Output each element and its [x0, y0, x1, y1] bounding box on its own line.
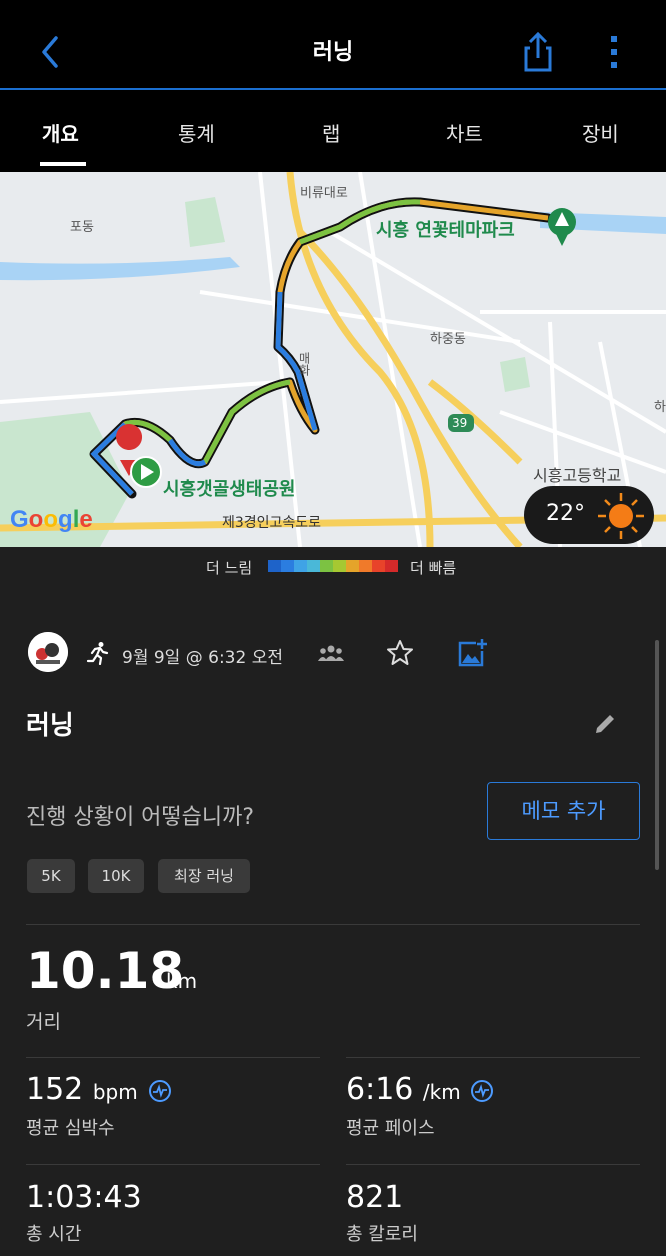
- heart-rate-unit: bpm: [92, 1080, 138, 1104]
- divider: [346, 1164, 640, 1165]
- more-options-icon[interactable]: [596, 30, 632, 74]
- divider: [26, 1057, 320, 1058]
- legend-swatch: [281, 560, 294, 572]
- heart-rate-label: 평균 심박수: [26, 1118, 115, 1139]
- avatar[interactable]: [28, 632, 68, 672]
- map-label-vertical-road: 매화: [297, 352, 311, 376]
- tab-laps[interactable]: 랩: [322, 118, 340, 147]
- map-label-podong: 포동: [70, 220, 94, 235]
- legend-swatch: [333, 560, 346, 572]
- legend-swatch: [307, 560, 320, 572]
- calories-label: 총 칼로리: [346, 1224, 418, 1245]
- divider: [346, 1057, 640, 1058]
- scrollbar[interactable]: [655, 640, 659, 870]
- map-poi-lotus-park: 시흥 연꽃테마파크: [376, 220, 515, 241]
- legend-swatch: [346, 560, 359, 572]
- pace-unit: /km: [422, 1080, 461, 1104]
- calories-value: 821: [346, 1180, 404, 1215]
- progress-question: 진행 상황이 어떻습니까?: [26, 805, 255, 830]
- legend-swatch: [268, 560, 281, 572]
- weather-temperature: 22°: [546, 501, 585, 526]
- legend-color-bar: [268, 560, 398, 572]
- heart-rate-source-icon[interactable]: [148, 1079, 172, 1103]
- pace-source-icon[interactable]: [470, 1079, 494, 1103]
- chip-longest-run[interactable]: 최장 러닝: [158, 859, 250, 893]
- tab-bar: 개요 통계 랩 차트 장비: [0, 92, 666, 172]
- chip-5k[interactable]: 5K: [27, 859, 75, 893]
- sun-icon: [598, 493, 644, 539]
- total-time-value: 1:03:43: [26, 1180, 142, 1215]
- legend-slow-label: 더 느림: [206, 559, 253, 577]
- legend-swatch: [320, 560, 333, 572]
- running-icon: [86, 642, 109, 665]
- share-icon[interactable]: [516, 30, 560, 74]
- activity-details: 9월 9일 @ 6:32 오전 러닝 진행 상황이 어떻습니까? 메모 추가 5…: [0, 587, 666, 1256]
- legend-swatch: [294, 560, 307, 572]
- distance-unit: km: [166, 969, 198, 993]
- tab-charts[interactable]: 차트: [446, 118, 483, 147]
- map-label-ha: 하: [654, 400, 666, 415]
- pace-legend: 더 느림 더 빠름: [0, 547, 666, 587]
- legend-swatch: [372, 560, 385, 572]
- weather-badge: 22°: [524, 486, 654, 544]
- pace-value: 6:16: [346, 1072, 414, 1107]
- page-title: 러닝: [312, 40, 354, 65]
- legend-swatch: [385, 560, 398, 572]
- map-label-hajung: 하중동: [430, 332, 466, 347]
- tab-stats[interactable]: 통계: [178, 118, 215, 147]
- active-tab-indicator: [40, 162, 86, 166]
- activity-datetime: 9월 9일 @ 6:32 오전: [122, 648, 283, 668]
- divider: [26, 924, 640, 925]
- group-icon[interactable]: [318, 643, 344, 663]
- map-poi-tidal-park: 시흥갯골생태공원: [163, 479, 296, 500]
- divider: [26, 1164, 320, 1165]
- pace-label: 평균 페이스: [346, 1118, 435, 1139]
- distance-label: 거리: [26, 1011, 61, 1033]
- map-label-road39: 39: [452, 416, 468, 430]
- distance-value: 10.18: [26, 942, 185, 1000]
- legend-swatch: [359, 560, 372, 572]
- heart-rate-value: 152: [26, 1072, 84, 1107]
- pace-stat: 6:16 /km: [346, 1072, 461, 1107]
- legend-fast-label: 더 빠름: [410, 559, 457, 577]
- google-logo: Google: [10, 506, 93, 533]
- add-memo-button[interactable]: 메모 추가: [487, 782, 640, 840]
- map-label-school: 시흥고등학교: [533, 466, 622, 485]
- map-label-biryu: 비류대로: [300, 186, 348, 201]
- star-icon[interactable]: [386, 639, 414, 667]
- app-header: 러닝: [0, 0, 666, 90]
- chip-10k[interactable]: 10K: [88, 859, 144, 893]
- tab-gear[interactable]: 장비: [582, 118, 619, 147]
- tab-overview[interactable]: 개요: [42, 118, 79, 147]
- add-photo-icon[interactable]: [456, 637, 488, 669]
- activity-name: 러닝: [26, 711, 74, 741]
- map-label-gyeongin: 제3경인고속도로: [222, 515, 322, 531]
- pencil-icon[interactable]: [592, 711, 618, 737]
- total-time-label: 총 시간: [26, 1224, 82, 1245]
- heart-rate-stat: 152 bpm: [26, 1072, 138, 1107]
